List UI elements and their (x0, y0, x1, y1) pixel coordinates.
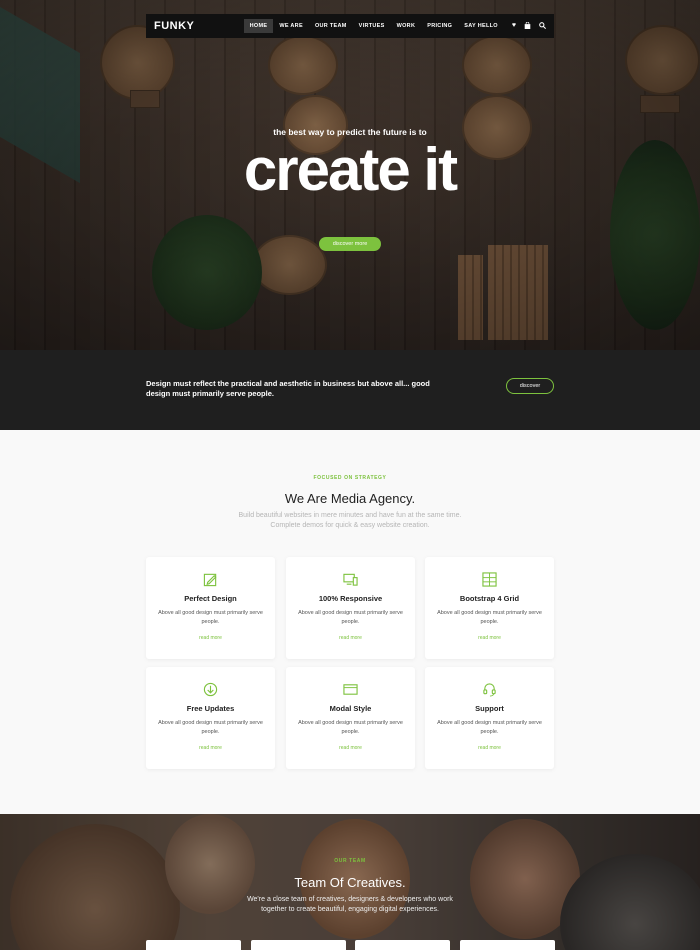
services-title: We Are Media Agency. (284, 491, 416, 506)
team-description-line1: We're a close team of creatives, designe… (247, 896, 453, 903)
service-card: Free Updates Above all good design must … (146, 667, 275, 769)
nav-icons: ♥ (512, 21, 547, 31)
discover-more-button[interactable]: discover more (319, 237, 381, 251)
services-description-line2: Complete demos for quick & easy website … (270, 522, 430, 529)
nav-item-work[interactable]: WORK (391, 19, 422, 33)
team-eyebrow: OUR TEAM (334, 858, 366, 864)
service-card-text: Above all good design must primarily ser… (437, 720, 542, 735)
service-card: Support Above all good design must prima… (425, 667, 554, 769)
service-card-title: Perfect Design (184, 594, 237, 603)
nav-item-pricing[interactable]: PRICING (421, 19, 458, 33)
service-card-text: Above all good design must primarily ser… (158, 720, 263, 735)
read-more-link[interactable]: read more (425, 745, 554, 751)
service-card-title: Support (475, 704, 504, 713)
bag-icon[interactable] (524, 21, 531, 31)
service-card-text: Above all good design must primarily ser… (158, 610, 263, 625)
service-card: Bootstrap 4 Grid Above all good design m… (425, 557, 554, 659)
team-section: OUR TEAM Team Of Creatives. We're a clos… (0, 814, 700, 950)
service-card-title: Bootstrap 4 Grid (459, 594, 520, 603)
logo[interactable]: FUNKY (154, 20, 194, 32)
service-card-title: Modal Style (329, 704, 372, 713)
headset-icon (482, 682, 497, 697)
navbar: FUNKY HOME WE ARE OUR TEAM VIRTUES WORK … (146, 14, 554, 38)
team-member-card[interactable] (460, 940, 555, 950)
grid-icon (482, 572, 497, 587)
nav-item-virtues[interactable]: VIRTUES (353, 19, 391, 33)
team-member-card[interactable] (251, 940, 346, 950)
service-card-text: Above all good design must primarily ser… (298, 720, 403, 735)
service-card: Modal Style Above all good design must p… (286, 667, 415, 769)
service-card: 100% Responsive Above all good design mu… (286, 557, 415, 659)
team-member-card[interactable] (355, 940, 450, 950)
service-card-text: Above all good design must primarily ser… (437, 610, 542, 625)
team-member-card[interactable] (146, 940, 241, 950)
nav-item-home[interactable]: HOME (243, 19, 274, 33)
hero-title: create it (243, 136, 458, 203)
read-more-link[interactable]: read more (146, 635, 275, 641)
services-section: FOCUSED ON STRATEGY We Are Media Agency.… (0, 430, 700, 814)
band-text: Design must reflect the practical and ae… (146, 379, 430, 398)
heart-icon[interactable]: ♥ (512, 22, 516, 31)
service-card-title: 100% Responsive (318, 594, 383, 603)
service-card: Perfect Design Above all good design mus… (146, 557, 275, 659)
pencil-icon (203, 572, 218, 587)
discover-button[interactable]: discover (506, 378, 554, 394)
read-more-link[interactable]: read more (425, 635, 554, 641)
read-more-link[interactable]: read more (286, 635, 415, 641)
nav-item-our-team[interactable]: OUR TEAM (309, 19, 353, 33)
services-description-line1: Build beautiful websites in mere minutes… (238, 512, 462, 519)
team-description-line2: together to create beautiful, engaging d… (261, 906, 439, 913)
team-title: Team Of Creatives. (294, 875, 406, 890)
hero-section: FUNKY HOME WE ARE OUR TEAM VIRTUES WORK … (0, 0, 700, 350)
nav-item-we-are[interactable]: WE ARE (273, 19, 309, 33)
nav-menu: HOME WE ARE OUR TEAM VIRTUES WORK PRICIN… (243, 19, 504, 33)
window-icon (343, 682, 358, 697)
download-icon (203, 682, 218, 697)
service-card-text: Above all good design must primarily ser… (298, 610, 403, 625)
nav-item-say-hello[interactable]: SAY HELLO (458, 19, 504, 33)
devices-icon (343, 572, 358, 587)
read-more-link[interactable]: read more (146, 745, 275, 751)
services-eyebrow: FOCUSED ON STRATEGY (313, 475, 387, 481)
search-icon[interactable] (539, 21, 547, 31)
read-more-link[interactable]: read more (286, 745, 415, 751)
service-card-title: Free Updates (186, 704, 235, 713)
